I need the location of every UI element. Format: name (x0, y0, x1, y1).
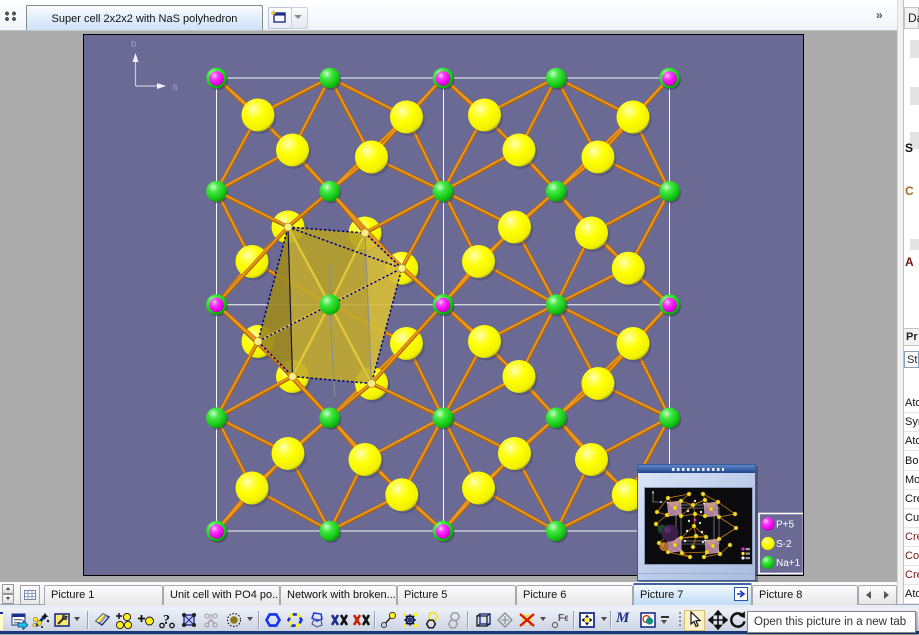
svg-text:S-2: S-2 (776, 539, 792, 550)
svg-text:Fe: Fe (558, 613, 568, 624)
svg-text:Na+1: Na+1 (776, 558, 801, 569)
svg-text:P+5: P+5 (776, 520, 795, 531)
svg-text:a: a (172, 82, 178, 93)
svg-text:b: b (131, 39, 137, 50)
